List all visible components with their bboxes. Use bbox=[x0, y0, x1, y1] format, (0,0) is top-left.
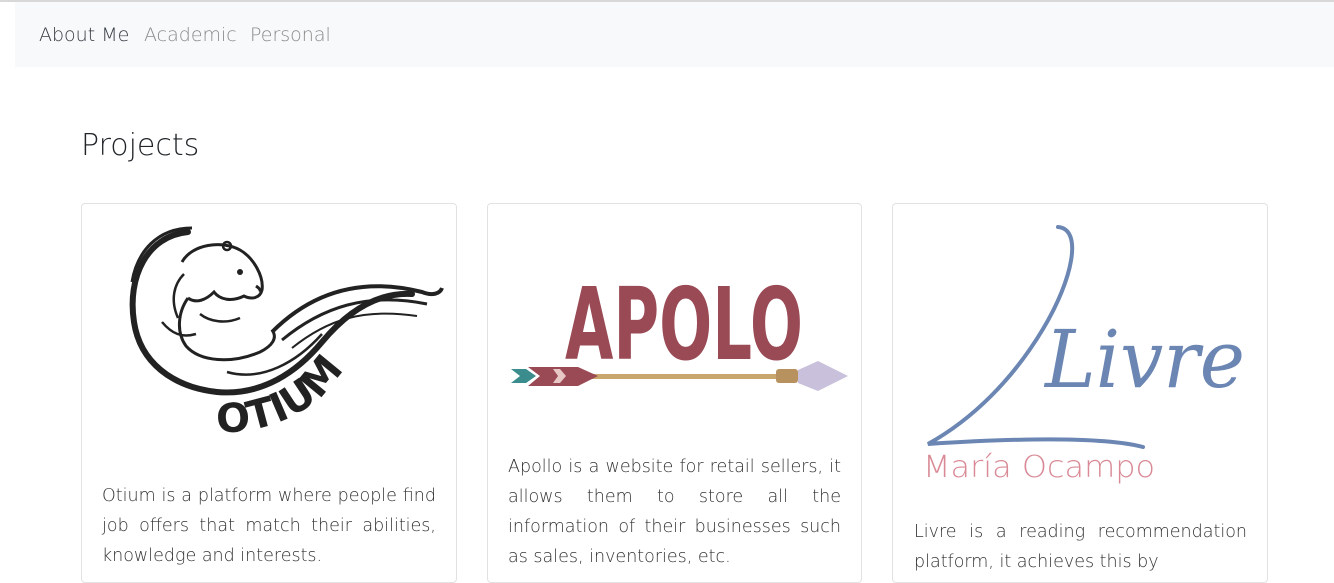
page-title: Projects bbox=[81, 128, 200, 163]
nav-academic[interactable]: Academic bbox=[144, 24, 237, 46]
project-description: Otium is a platform where people find jo… bbox=[102, 486, 436, 566]
project-card-apolo[interactable]: APOLO Apollo is a website for retail sel… bbox=[487, 203, 862, 583]
apolo-logo-text: APOLO bbox=[565, 266, 803, 383]
project-card-otium[interactable]: OTIUM Otium is a platform where people f… bbox=[81, 203, 457, 583]
project-card-livre[interactable]: Livre María Ocampo Livre is a reading re… bbox=[892, 203, 1268, 583]
otium-logo: OTIUM bbox=[129, 226, 444, 443]
livre-logo-text: Livre bbox=[1043, 313, 1245, 406]
project-description: Apollo is a website for retail sellers, … bbox=[508, 457, 841, 567]
apolo-logo: APOLO bbox=[511, 266, 848, 391]
navbar: About Me Academic Personal bbox=[15, 2, 1334, 67]
nav-about-me[interactable]: About Me bbox=[39, 24, 129, 46]
nav-personal[interactable]: Personal bbox=[250, 24, 331, 46]
livre-logo-subtitle: María Ocampo bbox=[923, 450, 1155, 485]
livre-logo: Livre María Ocampo bbox=[923, 225, 1245, 485]
project-description: Livre is a reading recommendation platfo… bbox=[914, 522, 1247, 572]
